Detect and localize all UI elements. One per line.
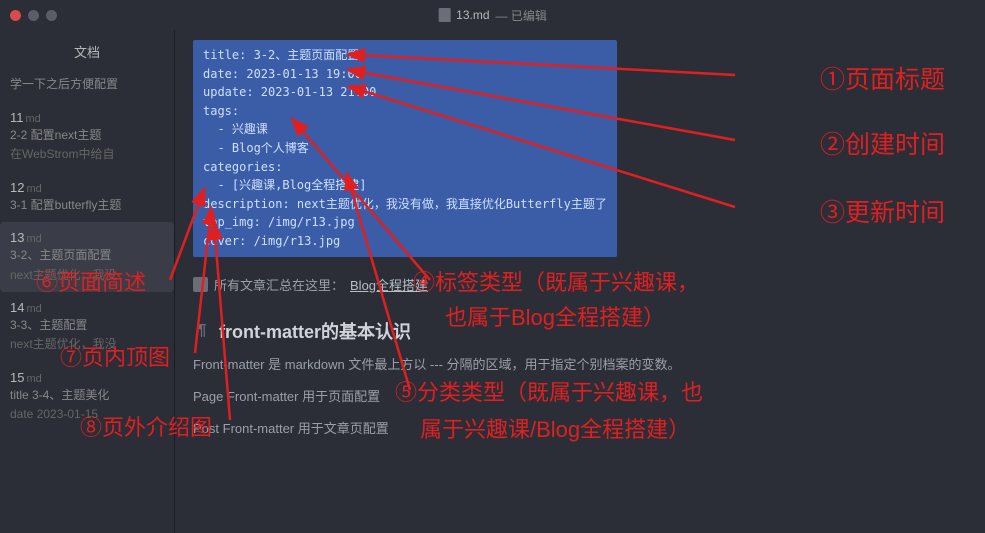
window-controls (10, 10, 57, 21)
file-icon (438, 8, 450, 22)
note-line: date 2023-01-15 (10, 406, 164, 423)
note-ext: md (26, 373, 41, 385)
note-num: 11 (10, 110, 24, 125)
paragraph: Page Front-matter 用于页面配置 (193, 386, 967, 408)
close-dot[interactable] (10, 10, 21, 21)
note-ext: md (26, 233, 41, 245)
all-posts-prefix: 所有文章汇总在这里： (214, 275, 344, 294)
minimize-dot[interactable] (28, 10, 39, 21)
all-posts-link[interactable]: Blog全程搭建 (350, 275, 428, 294)
note-line: 2-2 配置next主题 (10, 127, 164, 144)
image-icon (193, 277, 208, 292)
fm-tags: tags: (203, 102, 607, 121)
fm-tag-item: - Blog个人博客 (203, 139, 607, 158)
editor-body: 所有文章汇总在这里： Blog全程搭建 ¶ front-matter的基本认识 … (193, 275, 967, 440)
sidebar: 文档 学一下之后方便配置 11md 2-2 配置next主题 在WebStrom… (0, 30, 175, 533)
note-ext: md (26, 113, 41, 125)
heading-text: front-matter的基本认识 (219, 318, 411, 344)
note-line: 3-3、主题配置 (10, 317, 164, 334)
note-ext: md (26, 303, 41, 315)
all-posts-row: 所有文章汇总在这里： Blog全程搭建 (193, 275, 967, 294)
paragraph: Post Front-matter 用于文章页配置 (193, 418, 967, 440)
note-line: title 3-4、主题美化 (10, 387, 164, 404)
fm-cover: cover: /img/r13.jpg (203, 232, 607, 251)
note-line: next主题优化，我没 (10, 336, 164, 353)
window-title: 13.md — 已编辑 (438, 7, 547, 24)
note-num: 14 (10, 300, 24, 315)
fm-update: update: 2023-01-13 21:00 (203, 83, 607, 102)
heading-icon: ¶ (193, 322, 211, 340)
note-ext: md (26, 183, 41, 195)
sidebar-title: 文档 (10, 38, 164, 71)
note-num: 13 (10, 230, 24, 245)
fm-description: description: next主题优化，我没有做，我直接优化Butterfl… (203, 195, 607, 214)
section-heading: ¶ front-matter的基本认识 (193, 318, 967, 344)
filename: 13.md (456, 8, 489, 22)
fm-topimg: top_img: /img/r13.jpg (203, 213, 607, 232)
note-item[interactable]: 11md 2-2 配置next主题 在WebStrom中给自 (10, 102, 164, 172)
note-item-active[interactable]: 13md 3-2、主题页面配置 next主题优化，我没 (0, 222, 174, 292)
paragraph: Front-matter 是 markdown 文件最上方以 --- 分隔的区域… (193, 354, 967, 376)
fm-categories: categories: (203, 158, 607, 177)
note-item[interactable]: 12md 3-1 配置butterfly主题 (10, 172, 164, 222)
fm-title: title: 3-2、主题页面配置 (203, 46, 607, 65)
file-status: — 已编辑 (496, 7, 547, 24)
fm-cat-item: - [兴趣课,Blog全程搭建] (203, 176, 607, 195)
frontmatter-block[interactable]: title: 3-2、主题页面配置 date: 2023-01-13 19:00… (193, 40, 617, 257)
note-line: 3-2、主题页面配置 (10, 247, 164, 264)
note-line: 在WebStrom中给自 (10, 146, 164, 163)
sidebar-note: 学一下之后方便配置 (10, 71, 164, 102)
fm-date: date: 2023-01-13 19:00 (203, 65, 607, 84)
zoom-dot[interactable] (46, 10, 57, 21)
note-item[interactable]: 15md title 3-4、主题美化 date 2023-01-15 (10, 362, 164, 432)
note-line: 3-1 配置butterfly主题 (10, 197, 164, 214)
editor-main[interactable]: title: 3-2、主题页面配置 date: 2023-01-13 19:00… (175, 30, 985, 533)
note-item[interactable]: 14md 3-3、主题配置 next主题优化，我没 (10, 292, 164, 362)
fm-tag-item: - 兴趣课 (203, 120, 607, 139)
note-num: 15 (10, 370, 24, 385)
titlebar: 13.md — 已编辑 (0, 0, 985, 30)
note-num: 12 (10, 180, 24, 195)
note-line: next主题优化，我没 (10, 267, 164, 284)
